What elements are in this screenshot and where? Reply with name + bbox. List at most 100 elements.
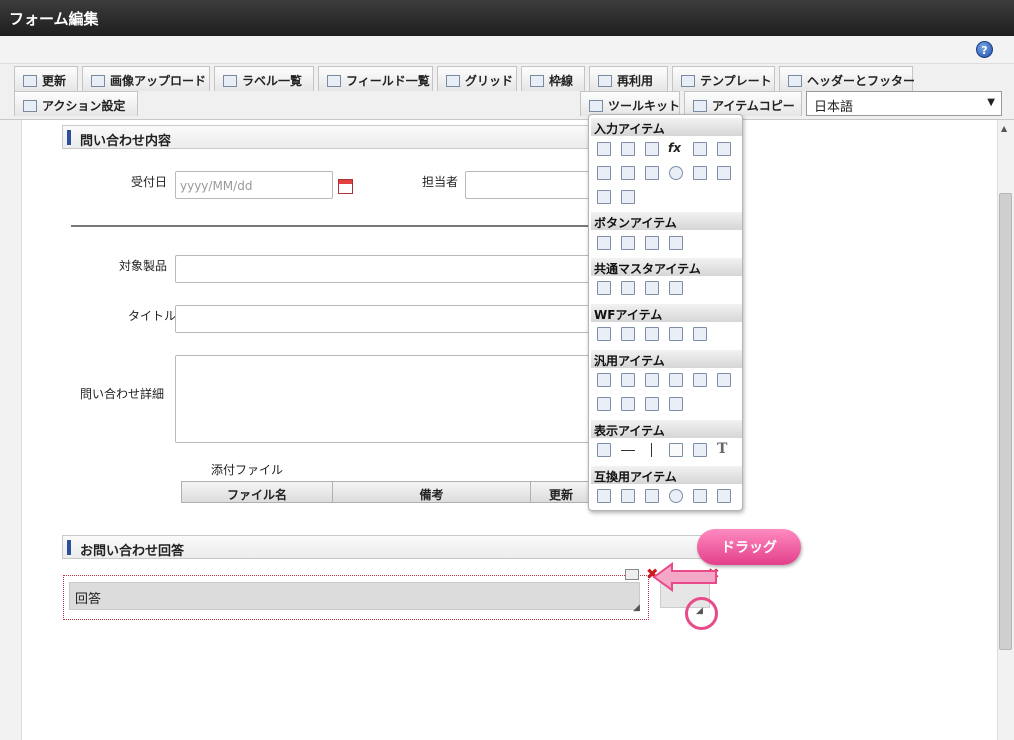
list-icon[interactable]: [621, 166, 635, 180]
pulldown-icon[interactable]: [693, 166, 707, 180]
checkbox-icon[interactable]: [645, 489, 659, 503]
calendar-icon[interactable]: [338, 179, 353, 194]
camera-icon[interactable]: [645, 373, 659, 387]
label-list-button[interactable]: ラベル一覧: [214, 66, 314, 91]
textbox-icon[interactable]: [621, 142, 635, 156]
image-icon[interactable]: [645, 327, 659, 341]
title-input[interactable]: [175, 305, 592, 333]
action-settings-label: アクション設定: [42, 99, 126, 113]
image-icon[interactable]: [693, 443, 707, 457]
answer-label-item[interactable]: 回答: [69, 582, 640, 610]
card-icon[interactable]: [621, 397, 635, 411]
border-button[interactable]: 枠線: [521, 66, 585, 91]
tree-icon[interactable]: [645, 397, 659, 411]
reuse-button[interactable]: 再利用: [589, 66, 668, 91]
highlight-circle: [685, 597, 718, 630]
received-date-input[interactable]: yyyy/MM/dd: [175, 171, 333, 199]
list-icon[interactable]: [621, 489, 635, 503]
box-icon[interactable]: [669, 443, 683, 457]
template-button[interactable]: テンプレート: [672, 66, 775, 91]
pulldown-icon[interactable]: [717, 489, 731, 503]
scrollbar-thumb[interactable]: [999, 193, 1012, 650]
grid-icon: [446, 75, 460, 87]
image-icon: [91, 75, 105, 87]
language-value: 日本語: [814, 100, 854, 115]
image-upload-button[interactable]: 画像アップロード: [82, 66, 210, 91]
palette-section-master: 共通マスタアイテム: [591, 258, 742, 276]
button-icon[interactable]: [669, 236, 683, 250]
select-icon[interactable]: [597, 166, 611, 180]
scroll-up-icon[interactable]: ▲: [1001, 124, 1007, 133]
list-icon[interactable]: [621, 190, 635, 204]
horizontal-line-icon[interactable]: [621, 450, 635, 451]
textbox-icon[interactable]: [597, 142, 611, 156]
key-icon[interactable]: [669, 373, 683, 387]
radio-icon[interactable]: [669, 489, 683, 503]
number-icon[interactable]: [645, 142, 659, 156]
template-icon: [681, 75, 695, 87]
column-filename: ファイル名: [181, 481, 333, 503]
toolkit-palette: 入力アイテム fx ボタンアイテム 共通マスタアイテム WFアイテム 汎用アイテ…: [588, 114, 743, 511]
button-icon[interactable]: [645, 236, 659, 250]
item-copy-button[interactable]: アイテムコピー: [684, 91, 802, 116]
calendar-icon[interactable]: [717, 142, 731, 156]
upload-icon[interactable]: [597, 190, 611, 204]
button-icon[interactable]: [597, 236, 611, 250]
image-upload-label: 画像アップロード: [110, 74, 207, 88]
item-copy-label: アイテムコピー: [712, 99, 795, 113]
window-title: フォーム編集: [0, 0, 1014, 36]
paperclip-icon[interactable]: [621, 327, 635, 341]
header-footer-button[interactable]: ヘッダーとフッター: [779, 66, 915, 91]
page-icon: [598, 75, 612, 87]
column-updated: 更新: [530, 481, 592, 503]
checkbox-icon[interactable]: [645, 166, 659, 180]
palette-section-compat: 互換用アイテム: [591, 466, 742, 484]
column-note: 備考: [332, 481, 531, 503]
toolkit-button[interactable]: ツールキット: [580, 91, 680, 116]
update-button[interactable]: 更新: [14, 66, 78, 91]
text-icon[interactable]: T: [717, 441, 727, 457]
clipboard-icon[interactable]: [669, 327, 683, 341]
calendar-icon[interactable]: [669, 397, 683, 411]
radio-icon[interactable]: [669, 166, 683, 180]
reuse-label: 再利用: [617, 74, 654, 88]
update-icon: [23, 75, 37, 87]
calendar-icon[interactable]: [693, 142, 707, 156]
section-inquiry: 問い合わせ内容: [62, 125, 592, 149]
action-settings-button[interactable]: アクション設定: [14, 91, 138, 116]
toolkit-icon: [589, 100, 603, 112]
resize-handle-icon[interactable]: ◢: [633, 603, 640, 613]
textbox-icon[interactable]: [597, 373, 611, 387]
label-icon[interactable]: [597, 443, 611, 457]
header-icon: [788, 75, 802, 87]
user-icon[interactable]: [645, 281, 659, 295]
user-icon[interactable]: [597, 281, 611, 295]
table-icon[interactable]: [625, 569, 639, 580]
grid-button[interactable]: グリッド: [437, 66, 517, 91]
panel-icon[interactable]: [597, 397, 611, 411]
button-icon[interactable]: [621, 236, 635, 250]
palette-section-wf: WFアイテム: [591, 304, 742, 322]
user-icon[interactable]: [669, 281, 683, 295]
building-icon[interactable]: [621, 281, 635, 295]
stamp-icon[interactable]: [693, 327, 707, 341]
download-icon[interactable]: [717, 373, 731, 387]
pulldown-icon[interactable]: [717, 166, 731, 180]
language-select[interactable]: 日本語 ▼: [806, 91, 1002, 116]
person-input[interactable]: [465, 171, 592, 199]
upload-icon[interactable]: [693, 373, 707, 387]
section-answer-title: お問い合わせ回答: [80, 544, 185, 559]
action-icon: [23, 100, 37, 112]
vertical-line-icon[interactable]: [651, 443, 652, 457]
detail-textarea[interactable]: [175, 355, 592, 443]
attachment-label: 添付ファイル: [211, 463, 284, 477]
document-icon[interactable]: [621, 373, 635, 387]
drag-arrow-icon: [652, 562, 717, 592]
select-icon[interactable]: [597, 489, 611, 503]
help-icon[interactable]: ?: [976, 41, 993, 58]
field-list-button[interactable]: フィールド一覧: [318, 66, 433, 91]
pulldown-icon[interactable]: [693, 489, 707, 503]
clipboard-icon[interactable]: [597, 327, 611, 341]
product-input[interactable]: [175, 255, 592, 283]
formula-icon[interactable]: fx: [668, 141, 681, 155]
